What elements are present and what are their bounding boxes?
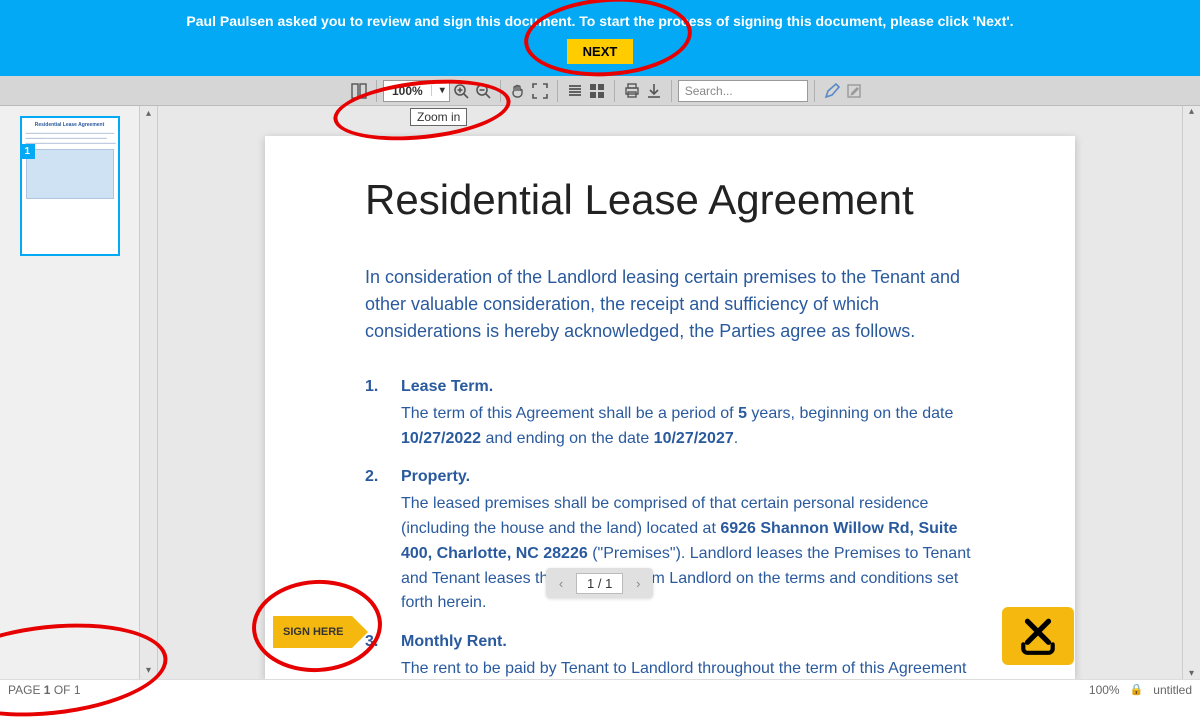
zoom-in-tooltip: Zoom in: [410, 108, 467, 126]
print-icon[interactable]: [621, 80, 643, 102]
zoom-value: 100%: [384, 84, 431, 98]
term-lease: Lease Term. The term of this Agreement s…: [365, 375, 975, 451]
fit-page-icon[interactable]: [529, 80, 551, 102]
scroll-up-icon[interactable]: ▴: [1189, 106, 1194, 117]
term-property: Property. The leased premises shall be c…: [365, 465, 975, 616]
page-thumbnail-1[interactable]: Residential Lease Agreement ━━━━━━━━━━━━…: [20, 116, 120, 256]
separator: [814, 80, 815, 102]
status-zoom: 100%: [1089, 683, 1120, 697]
scroll-up-icon[interactable]: ▴: [146, 106, 151, 122]
zoom-select[interactable]: 100% ▾: [383, 80, 450, 102]
lock-icon: 🔒: [1130, 683, 1144, 696]
pen-icon[interactable]: [821, 80, 843, 102]
thumbnail-scrollbar[interactable]: ▴ ▾: [139, 106, 157, 679]
scroll-down-icon[interactable]: ▾: [1189, 668, 1194, 679]
next-page-button[interactable]: ›: [627, 572, 649, 594]
layout-toggle-icon[interactable]: [348, 80, 370, 102]
page-navigator: ‹ 1 / 1 ›: [546, 568, 653, 598]
document-preamble: In consideration of the Landlord leasing…: [365, 264, 975, 345]
separator: [671, 80, 672, 102]
zoom-in-icon[interactable]: [450, 80, 472, 102]
banner-message: Paul Paulsen asked you to review and sig…: [186, 13, 1013, 29]
prev-page-button[interactable]: ‹: [550, 572, 572, 594]
separator: [557, 80, 558, 102]
signature-x-icon: [1017, 615, 1059, 657]
document-page: Residential Lease Agreement In considera…: [265, 136, 1075, 679]
zoom-out-icon[interactable]: [472, 80, 494, 102]
chevron-down-icon: ▾: [431, 85, 449, 96]
toolbar: 100% ▾ Search... Zoom in: [0, 76, 1200, 106]
review-banner: Paul Paulsen asked you to review and sig…: [0, 0, 1200, 76]
term-rent: Monthly Rent. The rent to be paid by Ten…: [365, 630, 975, 679]
document-viewport[interactable]: Residential Lease Agreement In considera…: [158, 106, 1182, 679]
next-button[interactable]: NEXT: [567, 39, 634, 64]
sign-here-tag[interactable]: SIGN HERE: [273, 616, 352, 648]
sign-here-label: SIGN HERE: [283, 626, 344, 638]
separator: [500, 80, 501, 102]
edit-icon[interactable]: [843, 80, 865, 102]
separator: [376, 80, 377, 102]
separator: [614, 80, 615, 102]
thumbnail-badge: 1: [20, 144, 36, 159]
document-title: Residential Lease Agreement: [365, 176, 975, 224]
search-placeholder: Search...: [685, 84, 733, 98]
pan-icon[interactable]: [507, 80, 529, 102]
document-scrollbar[interactable]: ▴ ▾: [1182, 106, 1200, 679]
document-terms: Lease Term. The term of this Agreement s…: [365, 375, 975, 679]
scroll-down-icon[interactable]: ▾: [146, 663, 151, 679]
text-columns-icon[interactable]: [564, 80, 586, 102]
thumbnails-icon[interactable]: [586, 80, 608, 102]
status-filename: untitled: [1153, 683, 1192, 697]
status-bar: PAGE 1 OF 1 100% 🔒 untitled: [0, 679, 1200, 699]
download-icon[interactable]: [643, 80, 665, 102]
search-input[interactable]: Search...: [678, 80, 808, 102]
thumbnail-panel: Residential Lease Agreement ━━━━━━━━━━━━…: [0, 106, 158, 679]
page-count: PAGE 1 OF 1: [8, 683, 81, 697]
signature-field[interactable]: [1002, 607, 1074, 665]
page-indicator: 1 / 1: [576, 573, 623, 594]
